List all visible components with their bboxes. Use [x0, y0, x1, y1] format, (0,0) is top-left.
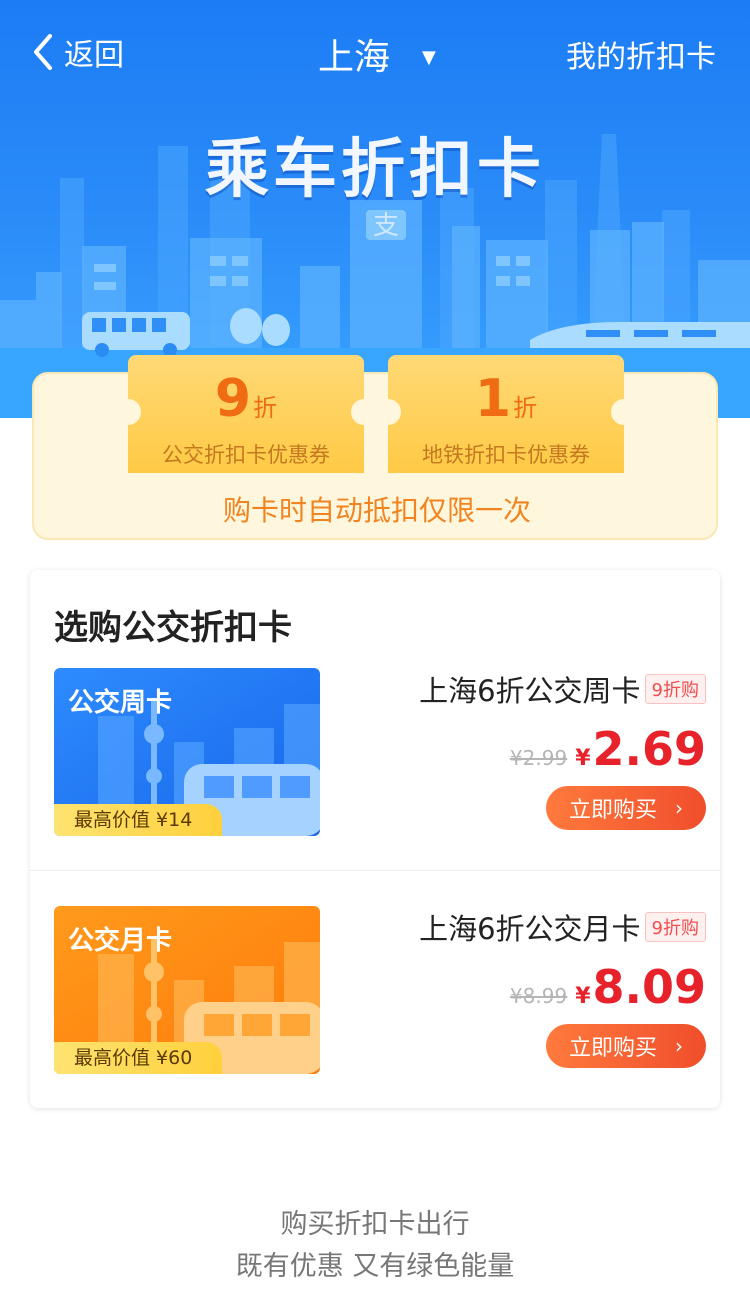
current-price: 2.69	[592, 722, 707, 776]
currency-symbol: ¥	[575, 984, 591, 1009]
monthly-card-info: 上海6折公交月卡 9折购 ¥8.99 ¥ 8.09	[306, 906, 706, 1014]
footer-line-2: 既有优惠 又有绿色能量	[235, 1251, 515, 1282]
buy-label: 立即购买	[568, 1036, 657, 1061]
product-title: 上海6折公交月卡	[419, 912, 641, 946]
card-max-value: 最高价值 ¥14	[54, 804, 222, 836]
top-navigation-bar: 返回 上海 ▼ 我的折扣卡	[0, 0, 750, 104]
caret-down-icon: ▼	[422, 46, 436, 68]
city-name: 上海	[318, 37, 391, 78]
current-price: 8.09	[592, 960, 707, 1014]
product-title: 上海6折公交周卡	[419, 674, 641, 708]
discount-tag: 9折购	[644, 912, 706, 942]
divider	[30, 870, 720, 871]
banner-title: 乘车折扣卡	[205, 133, 545, 207]
card-max-value: 最高价值 ¥60	[54, 1042, 222, 1074]
coupon-value: 1	[474, 369, 512, 429]
coupon-unit: 折	[513, 394, 538, 422]
footer-line-1: 购买折扣卡出行	[280, 1209, 470, 1240]
back-button[interactable]: 返回	[30, 30, 124, 74]
monthly-card-image[interactable]: 公交月卡 最高价值 ¥60	[54, 906, 320, 1074]
my-discount-cards-link[interactable]: 我的折扣卡	[566, 32, 716, 76]
discount-tag: 9折购	[644, 674, 706, 704]
buy-label: 立即购买	[568, 798, 657, 823]
footer-slogan: 购买折扣卡出行 既有优惠 又有绿色能量	[0, 1204, 750, 1288]
city-selector[interactable]: 上海 ▼	[318, 28, 436, 80]
chevron-left-icon	[34, 34, 52, 70]
buy-weekly-card-button[interactable]: 立即购买 ›	[546, 786, 706, 830]
buy-monthly-card-button[interactable]: 立即购买 ›	[546, 1024, 706, 1068]
header-banner: 支 返回 上海 ▼ 我的折扣卡 乘车折扣卡	[0, 0, 750, 418]
coupon-label: 地铁折扣卡优惠券	[422, 443, 590, 467]
original-price: ¥8.99	[509, 984, 568, 1008]
card-name: 公交周卡	[68, 688, 173, 718]
chevron-right-icon: ›	[675, 1034, 683, 1058]
weekly-card-info: 上海6折公交周卡 9折购 ¥2.99 ¥ 2.69	[306, 668, 706, 776]
coupon-unit: 折	[253, 394, 278, 422]
section-title: 选购公交折扣卡	[54, 608, 292, 648]
coupon-label: 公交折扣卡优惠券	[162, 443, 330, 467]
original-price: ¥2.99	[509, 746, 568, 770]
currency-symbol: ¥	[575, 746, 591, 771]
metro-coupon-ticket: 1折 地铁折扣卡优惠券	[375, 355, 637, 473]
alipay-logo-icon: 支	[373, 211, 399, 241]
coupon-note: 购卡时自动抵扣仅限一次	[222, 494, 531, 527]
chevron-right-icon: ›	[675, 796, 683, 820]
coupon-value: 9	[214, 369, 252, 429]
card-name: 公交月卡	[68, 926, 173, 956]
weekly-card-image[interactable]: 公交周卡 最高价值 ¥14	[54, 668, 320, 836]
shop-section: 选购公交折扣卡 公交周卡 最高价值 ¥14 上海6折公交周卡 9折购 ¥2.99…	[30, 570, 720, 1108]
bus-coupon-ticket: 9折 公交折扣卡优惠券	[115, 355, 377, 473]
back-label: 返回	[64, 38, 124, 73]
